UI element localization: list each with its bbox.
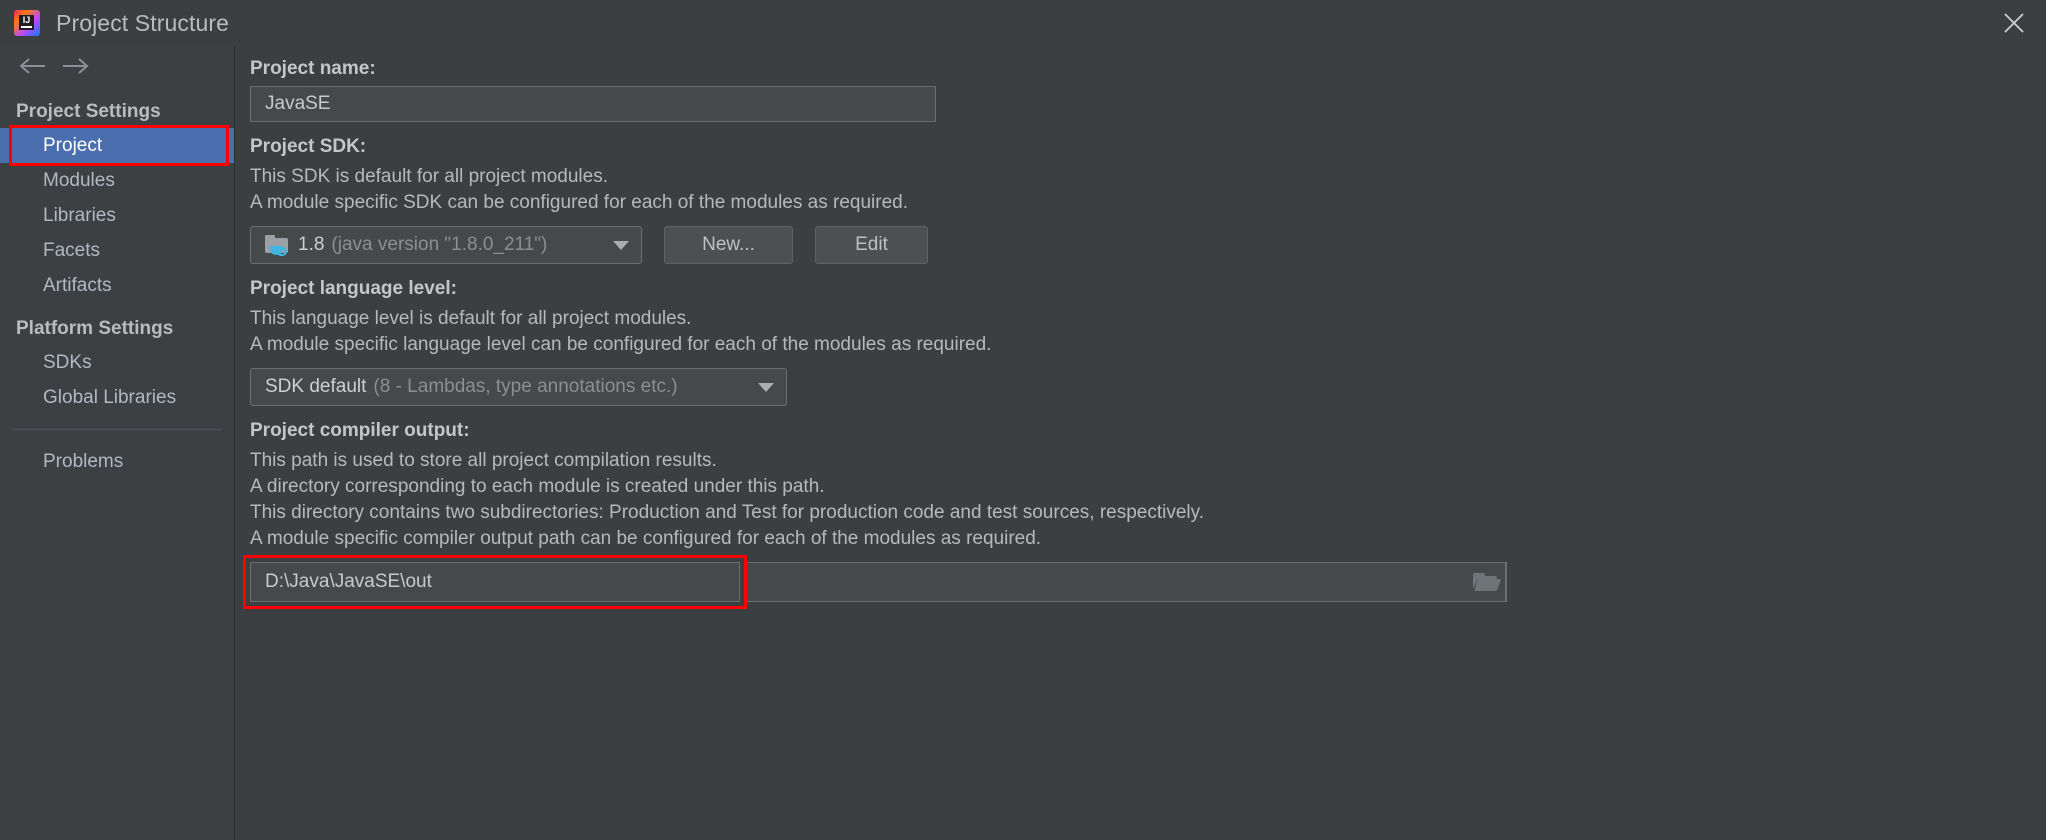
project-sdk-dropdown[interactable]: 1.8 (java version "1.8.0_211") [250, 226, 642, 264]
chevron-down-icon [601, 240, 641, 250]
compiler-output-row: D:\Java\JavaSE\out 项目的路径，子模块默认继承这个路径 [243, 555, 2046, 609]
arrow-left-icon [19, 58, 45, 74]
sidebar-item-libraries[interactable]: Libraries [0, 198, 234, 233]
sidebar: Project Settings Project Modules Librari… [0, 46, 235, 840]
sidebar-nav-row [0, 46, 234, 86]
compiler-output-desc-1: This path is used to store all project c… [250, 450, 717, 471]
compiler-output-desc-3: This directory contains two subdirectori… [250, 502, 1204, 523]
project-structure-dialog: IJ Project Structure Project Settings Pr… [0, 0, 2046, 840]
sidebar-heading-project-settings: Project Settings [16, 101, 161, 122]
new-sdk-button[interactable]: New... [664, 226, 793, 264]
project-name-input[interactable]: JavaSE [250, 86, 936, 122]
sidebar-item-label: Facets [43, 240, 101, 261]
sidebar-item-label: Project [43, 135, 103, 156]
sidebar-item-label: Modules [43, 170, 115, 191]
language-level-desc-1: This language level is default for all p… [250, 308, 692, 329]
compiler-output-input[interactable]: D:\Java\JavaSE\out [250, 562, 740, 602]
language-level-value: SDK default [265, 376, 367, 397]
sidebar-item-project-wrap: Project [0, 125, 234, 166]
compiler-output-desc-4: A module specific compiler output path c… [250, 528, 1042, 549]
title-bar: IJ Project Structure [0, 0, 2046, 46]
language-level-label: Project language level: [250, 278, 457, 299]
edit-sdk-button[interactable]: Edit [815, 226, 928, 264]
sidebar-item-facets[interactable]: Facets [0, 233, 234, 268]
compiler-output-browse-button[interactable] [1464, 562, 1506, 602]
sidebar-item-label: Artifacts [43, 275, 112, 296]
window-title: Project Structure [56, 9, 229, 36]
project-sdk-desc-1: This SDK is default for all project modu… [250, 166, 608, 187]
language-level-dropdown[interactable]: SDK default (8 - Lambdas, type annotatio… [250, 368, 787, 406]
chevron-down-icon [746, 382, 786, 392]
arrow-right-icon [63, 58, 89, 74]
language-level-detail: (8 - Lambdas, type annotations etc.) [373, 376, 678, 397]
project-name-label: Project name: [250, 58, 376, 79]
compiler-output-field-wrap: D:\Java\JavaSE\out [243, 555, 747, 609]
sidebar-item-problems[interactable]: Problems [0, 444, 234, 479]
sidebar-divider [12, 429, 222, 430]
compiler-output-label: Project compiler output: [250, 420, 470, 441]
sidebar-item-label: Problems [43, 451, 124, 472]
project-sdk-label: Project SDK: [250, 136, 367, 157]
sidebar-item-sdks[interactable]: SDKs [0, 345, 234, 380]
java-sdk-folder-icon [265, 235, 289, 256]
ij-badge-label: IJ [19, 15, 34, 30]
sidebar-heading-platform-settings: Platform Settings [16, 318, 174, 339]
folder-open-icon [1472, 573, 1501, 591]
sidebar-item-modules[interactable]: Modules [0, 163, 234, 198]
sidebar-item-global-libraries[interactable]: Global Libraries [0, 380, 234, 415]
sidebar-item-label: Libraries [43, 205, 116, 226]
sidebar-item-label: Global Libraries [43, 387, 177, 408]
project-sdk-value: 1.8 [298, 234, 325, 255]
sidebar-item-artifacts[interactable]: Artifacts [0, 268, 234, 303]
intellij-idea-icon: IJ [14, 10, 40, 36]
language-level-desc-2: A module specific language level can be … [250, 334, 992, 355]
compiler-output-desc-2: A directory corresponding to each module… [250, 476, 825, 497]
back-button[interactable] [12, 49, 54, 83]
close-button[interactable] [1982, 0, 2046, 46]
forward-button[interactable] [54, 49, 96, 83]
sidebar-item-label: SDKs [43, 352, 92, 373]
main-panel: Project name: JavaSE Project SDK: This S… [236, 46, 2046, 840]
close-icon [2004, 13, 2024, 33]
project-sdk-version: (java version "1.8.0_211") [331, 234, 548, 255]
compiler-output-field-extension [747, 562, 1507, 602]
project-sdk-desc-2: A module specific SDK can be configured … [250, 192, 908, 213]
project-sdk-row: 1.8 (java version "1.8.0_211") New... Ed… [250, 226, 2046, 264]
sidebar-item-project[interactable]: Project [0, 128, 234, 163]
